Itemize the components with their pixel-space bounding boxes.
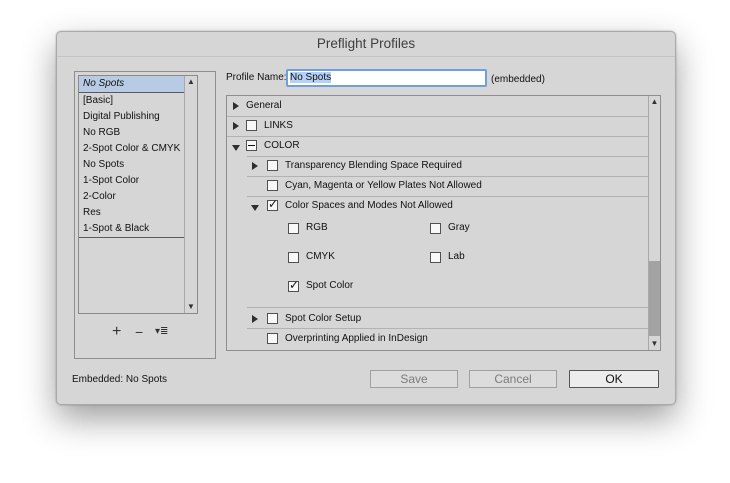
lab-checkbox[interactable] (430, 252, 441, 263)
profile-item[interactable]: No Spots (79, 76, 197, 93)
embedded-status: Embedded: No Spots (72, 374, 168, 385)
profiles-panel: No Spots [Basic] Digital Publishing No R… (74, 71, 216, 359)
profile-item[interactable]: 2-Spot Color & CMYK (79, 141, 197, 157)
tree-item-spot-setup: Spot Color Setup (285, 313, 362, 324)
option-lab: Lab (448, 251, 465, 262)
profile-item[interactable]: 2-Color (79, 189, 197, 205)
option-rgb: RGB (306, 222, 328, 233)
mixed-state-icon (248, 145, 255, 146)
tree-item-general[interactable]: General (246, 96, 282, 116)
profile-item[interactable]: No RGB (79, 125, 197, 141)
dialog-title: Preflight Profiles (57, 32, 675, 57)
cancel-button[interactable]: Cancel (469, 370, 557, 388)
scroll-up-arrow-icon[interactable]: ▲ (649, 96, 660, 108)
rgb-checkbox[interactable] (288, 223, 299, 234)
remove-profile-button[interactable]: − (135, 324, 143, 340)
rules-tree: General LINKS COLOR Transparency Blendin… (226, 95, 661, 351)
collapse-arrow-icon[interactable] (251, 205, 259, 211)
expand-arrow-icon[interactable] (233, 102, 239, 110)
color-checkbox[interactable] (246, 140, 257, 151)
profile-item[interactable]: Digital Publishing (79, 109, 197, 125)
color-spaces-checkbox[interactable]: ✓ (267, 197, 279, 211)
divider (247, 307, 648, 308)
expand-arrow-icon[interactable] (252, 162, 258, 170)
scroll-up-arrow-icon[interactable]: ▲ (185, 76, 197, 88)
profile-item[interactable]: Res (79, 205, 197, 221)
checkmark-icon: ✓ (268, 197, 279, 211)
profile-name-label: Profile Name: (226, 72, 287, 83)
save-button[interactable]: Save (370, 370, 458, 388)
cmyk-checkbox[interactable] (288, 252, 299, 263)
option-spot-color: Spot Color (306, 280, 354, 291)
gray-checkbox[interactable] (430, 223, 441, 234)
overprinting-checkbox[interactable] (267, 333, 278, 344)
profile-item[interactable]: 1-Spot & Black (79, 221, 197, 238)
add-profile-button[interactable]: + (112, 324, 121, 340)
profile-name-value: No Spots (290, 72, 332, 83)
profile-menu-button[interactable]: ▾≣ (155, 324, 168, 340)
collapse-arrow-icon[interactable] (232, 145, 240, 151)
tree-item-color: COLOR (264, 140, 300, 151)
spot-color-checkbox[interactable]: ✓ (288, 278, 300, 292)
option-cmyk: CMYK (306, 251, 335, 262)
profiles-list[interactable]: No Spots [Basic] Digital Publishing No R… (78, 75, 198, 314)
spot-setup-checkbox[interactable] (267, 313, 278, 324)
tree-item-cmy-plates: Cyan, Magenta or Yellow Plates Not Allow… (285, 180, 482, 191)
scroll-down-arrow-icon[interactable]: ▼ (649, 338, 660, 350)
tree-item-overprinting: Overprinting Applied in InDesign (285, 333, 428, 344)
tree-item-links: LINKS (264, 120, 293, 131)
preflight-profiles-dialog: Preflight Profiles No Spots [Basic] Digi… (56, 31, 676, 405)
option-gray: Gray (448, 222, 470, 233)
transparency-checkbox[interactable] (267, 160, 278, 171)
profile-item[interactable]: [Basic] (79, 93, 197, 109)
profile-item[interactable]: No Spots (79, 157, 197, 173)
tree-item-transparency: Transparency Blending Space Required (285, 160, 462, 171)
ok-button[interactable]: OK (569, 370, 659, 388)
cmy-plates-checkbox[interactable] (267, 180, 278, 191)
scroll-thumb[interactable] (649, 261, 660, 336)
profile-name-field[interactable]: No Spots (286, 69, 487, 87)
profile-item[interactable]: 1-Spot Color (79, 173, 197, 189)
embedded-tag: (embedded) (491, 74, 545, 85)
profiles-scrollbar[interactable]: ▲ ▼ (184, 76, 197, 313)
expand-arrow-icon[interactable] (233, 122, 239, 130)
tree-item-color-spaces: Color Spaces and Modes Not Allowed (285, 200, 453, 211)
expand-arrow-icon[interactable] (252, 315, 258, 323)
links-checkbox[interactable] (246, 120, 257, 131)
scroll-down-arrow-icon[interactable]: ▼ (185, 301, 197, 313)
tree-scrollbar[interactable]: ▲ ▼ (648, 96, 660, 350)
checkmark-icon: ✓ (289, 278, 300, 292)
